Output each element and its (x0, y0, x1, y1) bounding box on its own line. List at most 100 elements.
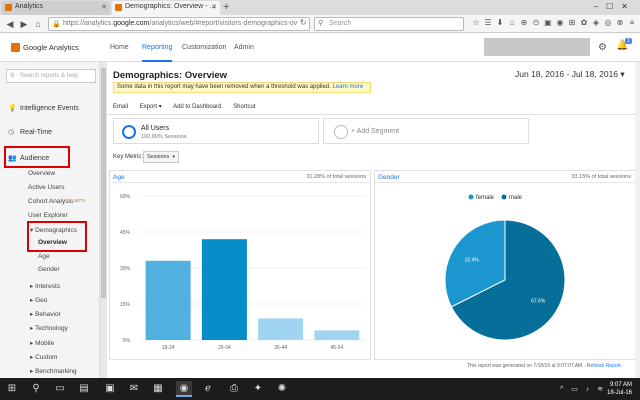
task-view-icon[interactable]: ▭ (52, 381, 68, 397)
browser-tab-demographics[interactable]: Demographics: Overview - ... ✕ (112, 1, 220, 15)
star-icon[interactable]: ☆ (470, 18, 482, 27)
nav-home[interactable]: Home (110, 44, 129, 51)
email-button[interactable]: Email (113, 104, 128, 110)
add-segment-button[interactable]: + Add Segment (323, 118, 529, 144)
firefox-icon[interactable]: ◉ (176, 381, 192, 397)
footer-text: This report was generated on 7/18/16 at … (467, 363, 586, 369)
page-scrollbar[interactable] (635, 62, 640, 378)
extension-icon[interactable]: ⊕ (518, 18, 530, 27)
sidebar-item-active-users[interactable]: Active Users (28, 184, 64, 191)
windows-start-icon[interactable]: ⊞ (4, 381, 20, 397)
extension-icon[interactable]: ▣ (542, 18, 554, 27)
app-icon[interactable]: ✦ (250, 381, 266, 397)
extension-icon[interactable]: ◈ (590, 18, 602, 27)
sidebar-item-mobile[interactable]: ▸ Mobile (30, 339, 54, 347)
key-metric-select[interactable]: Sessions ▾ (143, 151, 179, 163)
app-icon[interactable]: ✺ (274, 381, 290, 397)
analytics-favicon-icon (115, 4, 122, 11)
gender-panel: Gender 33.15% of total sessions 32.4% 67.… (374, 170, 636, 360)
taskbar-clock[interactable]: 9:07 AM 18-Jul-16 (607, 381, 632, 397)
gender-panel-title[interactable]: Gender (378, 174, 400, 181)
extension-icon[interactable]: ⊞ (566, 18, 578, 27)
browser-tab-analytics[interactable]: Analytics ✕ (2, 1, 110, 15)
reading-list-icon[interactable]: ☰ (482, 18, 494, 27)
sidebar-item-technology[interactable]: ▸ Technology (30, 324, 68, 332)
url-bar[interactable]: 🔒 https://analytics.google.com/analytics… (48, 17, 310, 31)
learn-more-link[interactable]: Learn more (332, 84, 363, 90)
sidebar-item-behavior[interactable]: ▸ Behavior (30, 310, 61, 318)
y-tick-label: 15% (120, 302, 131, 308)
sidebar-search-input[interactable]: ⚲ Search reports & help (6, 69, 96, 83)
sidebar-search-placeholder: Search reports & help (20, 73, 79, 79)
segment-all-users[interactable]: All Users 100.00% Sessions (113, 118, 319, 144)
shortcut-button[interactable]: Shortcut (233, 104, 255, 110)
add-segment-label: + Add Segment (351, 128, 400, 135)
nav-reporting[interactable]: Reporting (142, 44, 173, 62)
y-tick-label: 60% (120, 194, 131, 200)
forward-icon[interactable]: ▶ (18, 18, 30, 30)
y-tick-label: 45% (120, 230, 131, 236)
notice-text: Some data in this report may have been r… (117, 84, 331, 90)
extension-icon[interactable]: ⊗ (614, 18, 626, 27)
home-button-icon[interactable]: ⌂ (506, 18, 518, 27)
store-icon[interactable]: ▣ (102, 381, 118, 397)
sidebar-item-cohort[interactable]: Cohort AnalysisBETA (28, 198, 86, 205)
sidebar-scrollbar[interactable] (100, 62, 107, 378)
download-icon[interactable]: ⬇ (494, 18, 506, 27)
sidebar-item-interests[interactable]: ▸ Interests (30, 282, 60, 290)
notifications-button[interactable]: 🔔 1 (616, 38, 632, 54)
file-explorer-icon[interactable]: ▤ (76, 381, 92, 397)
scrollbar-thumb[interactable] (101, 68, 106, 298)
window-controls[interactable]: –☐✕ (594, 2, 636, 11)
system-tray[interactable]: ^ ▭ ♪ ≋ (560, 385, 606, 393)
mail-icon[interactable]: ✉ (126, 381, 142, 397)
sidebar-item-age[interactable]: Age (38, 253, 50, 260)
reload-icon[interactable]: ↻ (300, 18, 307, 27)
search-placeholder: Search (329, 20, 352, 27)
pdf-icon[interactable]: ⎙ (226, 381, 242, 397)
sidebar-item-overview[interactable]: Overview (28, 170, 55, 177)
date-range-picker[interactable]: Jun 18, 2016 - Jul 18, 2016 ▾ (515, 69, 625, 80)
age-bar (201, 239, 247, 340)
extension-icon[interactable]: ✿ (578, 18, 590, 27)
account-selector[interactable] (484, 38, 590, 56)
y-tick-label: 30% (120, 266, 131, 272)
new-tab-icon[interactable]: + (223, 1, 229, 13)
gear-icon[interactable]: ⚙ (598, 42, 607, 53)
extension-icon[interactable]: ◉ (554, 18, 566, 27)
back-icon[interactable]: ◀ (4, 18, 16, 30)
folder-icon[interactable]: ▦ (150, 381, 166, 397)
threshold-notice: Some data in this report may have been r… (113, 82, 371, 93)
sidebar-item-gender[interactable]: Gender (38, 266, 60, 273)
segment-circle-icon (334, 125, 348, 139)
sidebar-item-intelligence[interactable]: 💡 Intelligence Events (8, 104, 79, 112)
add-to-dashboard-button[interactable]: Add to Dashboard (173, 104, 221, 110)
nav-customization[interactable]: Customization (182, 44, 226, 51)
ga-header: Google Analytics Home Reporting Customiz… (0, 34, 640, 62)
export-button[interactable]: Export ▾ (140, 104, 162, 110)
browser-search-input[interactable]: ⚲ Search (314, 17, 464, 31)
nav-admin[interactable]: Admin (234, 44, 254, 51)
sidebar-item-realtime[interactable]: ◷ Real-Time (8, 128, 52, 136)
sidebar-item-user-explorer[interactable]: User Explorer (28, 212, 68, 219)
search-icon: ⚲ (10, 73, 15, 79)
age-bar-chart: 0% 15% 30% 45% 60% 18-24 25-34 35-44 45-54 (120, 194, 365, 351)
age-panel-title[interactable]: Age (113, 174, 125, 181)
url-rest: /analytics/web/#report/visitors-demograp… (149, 20, 298, 27)
close-icon[interactable]: ✕ (101, 3, 107, 11)
tab-label: Analytics (15, 3, 44, 10)
browser-tab-bar: Analytics ✕ Demographics: Overview - ...… (0, 0, 640, 15)
sidebar-item-custom[interactable]: ▸ Custom (30, 353, 57, 361)
close-icon[interactable]: ✕ (211, 3, 217, 11)
sidebar-item-geo[interactable]: ▸ Geo (30, 296, 47, 304)
edge-icon[interactable]: ℯ (200, 381, 216, 397)
sidebar-item-benchmarking[interactable]: ▸ Benchmarking (30, 367, 77, 375)
extension-icon[interactable]: ◎ (602, 18, 614, 27)
search-icon[interactable]: ⚲ (28, 381, 44, 397)
extension-icon[interactable]: ⊙ (530, 18, 542, 27)
legend-swatch (501, 194, 507, 200)
home-icon[interactable]: ⌂ (32, 18, 44, 30)
url-domain: google.com (113, 20, 150, 27)
menu-icon[interactable]: ≡ (626, 18, 638, 27)
refresh-report-link[interactable]: Refresh Report (587, 363, 621, 369)
